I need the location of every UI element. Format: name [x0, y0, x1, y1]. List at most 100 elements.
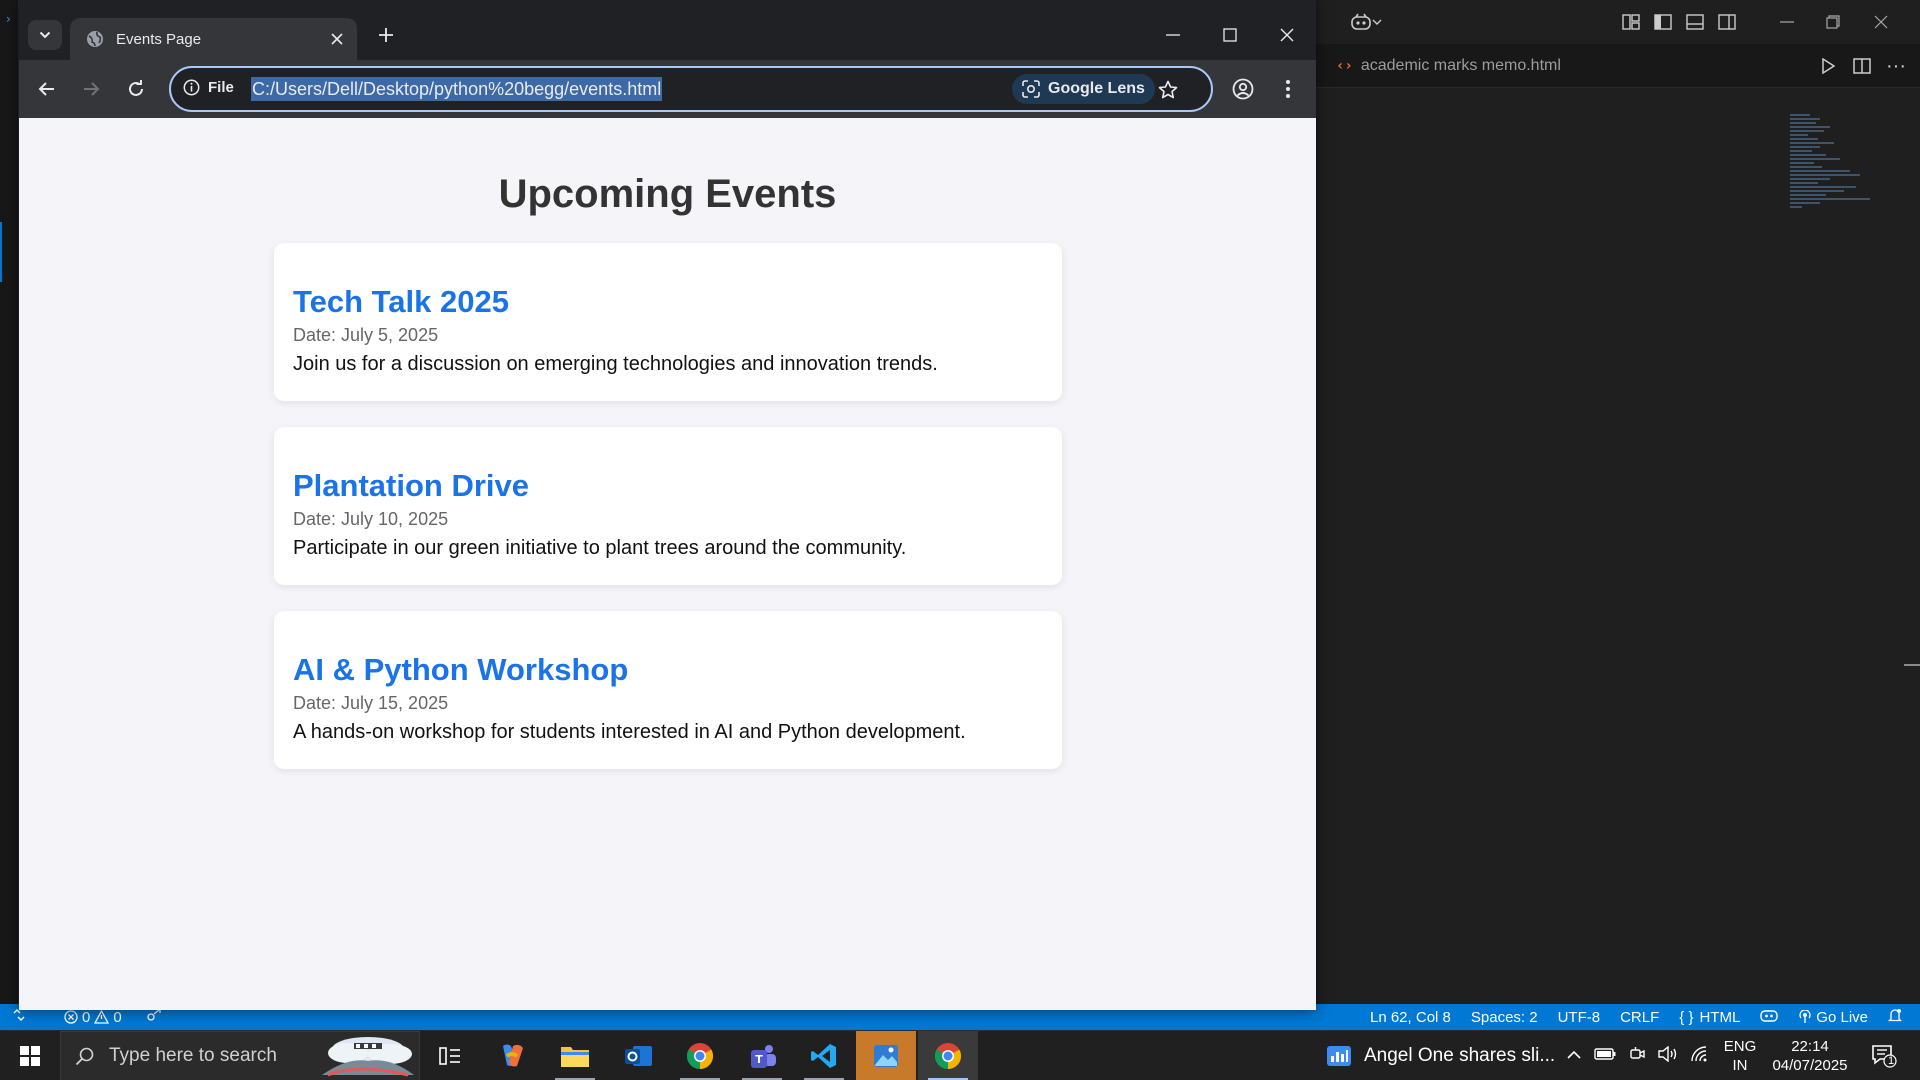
wifi-icon[interactable] [1690, 1045, 1710, 1067]
vscode-close-icon[interactable] [1868, 9, 1894, 35]
system-tray [1566, 1031, 1710, 1080]
profile-button[interactable] [1227, 73, 1259, 105]
warning-icon [94, 1010, 110, 1024]
chrome-maximize-button[interactable] [1202, 18, 1258, 52]
stocks-icon [1327, 1046, 1351, 1066]
taskbar-file-explorer[interactable] [545, 1031, 605, 1080]
arrow-right-icon [84, 82, 100, 96]
remote-icon[interactable] [12, 1008, 26, 1026]
taskbar-outlook[interactable] [608, 1031, 668, 1080]
chrome-icon [934, 1043, 962, 1070]
more-actions-icon[interactable]: ··· [1884, 54, 1908, 78]
kebab-menu-icon [1286, 80, 1290, 98]
taskbar-copilot[interactable] [482, 1031, 542, 1080]
google-lens-button[interactable]: Google Lens [1012, 74, 1155, 104]
new-tab-button[interactable] [371, 20, 401, 50]
search-placeholder: Type here to search [109, 1045, 277, 1066]
vscode-scrollbar-marker[interactable] [1904, 664, 1920, 666]
show-hidden-icons-chevron-icon[interactable] [1566, 1047, 1582, 1065]
chrome-close-button[interactable] [1259, 18, 1315, 52]
folder-icon [561, 1047, 589, 1067]
close-icon [1280, 28, 1294, 42]
customize-layout-icon[interactable] [1618, 9, 1644, 35]
chevron-down-icon[interactable] [1370, 9, 1384, 35]
cursor-position[interactable]: Ln 62, Col 8 [1370, 1009, 1451, 1026]
start-button[interactable] [0, 1031, 60, 1080]
vscode-minimap[interactable] [1790, 114, 1880, 244]
indentation-status[interactable]: Spaces: 2 [1471, 1009, 1538, 1026]
go-live-label: Go Live [1816, 1008, 1868, 1026]
address-bar[interactable]: File C:/Users/Dell/Desktop/python%20begg… [169, 66, 1213, 112]
vscode-logo-icon: › [6, 12, 11, 26]
tab-close-icon[interactable] [325, 27, 349, 51]
battery-icon[interactable] [1594, 1047, 1616, 1065]
chrome-minimize-button[interactable] [1145, 18, 1201, 52]
meet-now-icon[interactable] [1628, 1046, 1646, 1067]
taskbar-teams[interactable]: T [732, 1031, 792, 1080]
vscode-icon [811, 1044, 836, 1068]
error-count: 0 [82, 1008, 91, 1026]
taskbar-clock[interactable]: 22:14 04/07/2025 [1762, 1037, 1858, 1075]
activity-active-indicator [0, 222, 2, 282]
event-title: AI & Python Workshop [293, 652, 629, 687]
clock-time: 22:14 [1791, 1038, 1829, 1055]
volume-icon[interactable] [1658, 1045, 1678, 1067]
clock-date: 04/07/2025 [1772, 1057, 1848, 1074]
event-card: Plantation Drive Date: July 10, 2025 Par… [274, 427, 1062, 585]
vscode-minimize-icon[interactable] [1774, 9, 1800, 35]
chrome-window: Events Page File C:/Users/Dell/Desktop/p… [19, 0, 1316, 1010]
back-button[interactable] [31, 73, 63, 105]
toggle-panel-icon[interactable] [1682, 9, 1708, 35]
vscode-titlebar [1316, 0, 1920, 44]
chrome-menu-button[interactable] [1272, 73, 1304, 105]
task-view-button[interactable] [420, 1031, 480, 1080]
forward-button[interactable] [75, 73, 107, 105]
language-mode[interactable]: { } HTML [1679, 1009, 1740, 1026]
toggle-primary-sidebar-icon[interactable] [1650, 9, 1676, 35]
site-info-button[interactable]: File [183, 79, 234, 96]
bookmark-button[interactable] [1153, 75, 1183, 105]
problems-indicator[interactable]: 0 0 [64, 1009, 122, 1026]
reload-button[interactable] [120, 73, 152, 105]
url-text[interactable]: C:/Users/Dell/Desktop/python%20begg/even… [251, 77, 663, 101]
run-icon[interactable] [1816, 54, 1840, 78]
notification-count: 1 [1888, 1055, 1895, 1067]
taskbar-vscode[interactable] [794, 1031, 854, 1080]
news-widget[interactable]: Angel One shares sli... [1326, 1031, 1555, 1080]
split-editor-icon[interactable] [1850, 54, 1874, 78]
chrome-tab-strip: Events Page [19, 0, 1316, 60]
error-icon [64, 1010, 78, 1024]
tab-search-button[interactable] [28, 20, 62, 50]
google-lens-label: Google Lens [1048, 80, 1145, 97]
plus-icon [379, 28, 393, 42]
encoding-status[interactable]: UTF-8 [1558, 1009, 1601, 1026]
taskbar-photos[interactable] [856, 1031, 916, 1080]
taskbar-chrome-active[interactable] [918, 1031, 978, 1080]
event-title: Tech Talk 2025 [293, 284, 509, 319]
notifications-bell-icon[interactable] [1887, 1008, 1903, 1027]
go-live-button[interactable]: Go Live [1798, 1009, 1868, 1026]
event-date: Date: July 10, 2025 [293, 509, 449, 529]
globe-icon [87, 31, 103, 47]
event-description: A hands-on workshop for students interes… [293, 721, 966, 743]
windows-taskbar: Type here to search T Angel One shares s… [0, 1030, 1920, 1080]
tab-title: Events Page [116, 30, 202, 48]
tab-events-page[interactable]: Events Page [70, 18, 357, 60]
copilot-status-icon[interactable] [1760, 1008, 1778, 1026]
eol-status[interactable]: CRLF [1620, 1009, 1659, 1026]
port-forward-icon[interactable] [146, 1008, 162, 1026]
info-icon [183, 79, 200, 96]
vscode-tab-actions: ··· [1816, 54, 1908, 78]
language-mode-label: HTML [1699, 1008, 1741, 1026]
copilot-app-icon [503, 1044, 523, 1067]
notification-center-button[interactable]: 1 [1866, 1039, 1902, 1073]
task-view-icon [439, 1047, 460, 1065]
taskbar-chrome[interactable] [670, 1031, 730, 1080]
vscode-editor-tab[interactable]: ‹› academic marks memo.html [1316, 44, 1581, 88]
vscode-restore-icon[interactable] [1820, 9, 1846, 35]
html-file-icon: ‹› [1336, 58, 1353, 74]
chrome-toolbar: File C:/Users/Dell/Desktop/python%20begg… [19, 60, 1316, 118]
toggle-secondary-sidebar-icon[interactable] [1714, 9, 1740, 35]
chrome-icon [686, 1043, 714, 1070]
input-language-indicator[interactable]: ENG IN [1722, 1037, 1758, 1075]
